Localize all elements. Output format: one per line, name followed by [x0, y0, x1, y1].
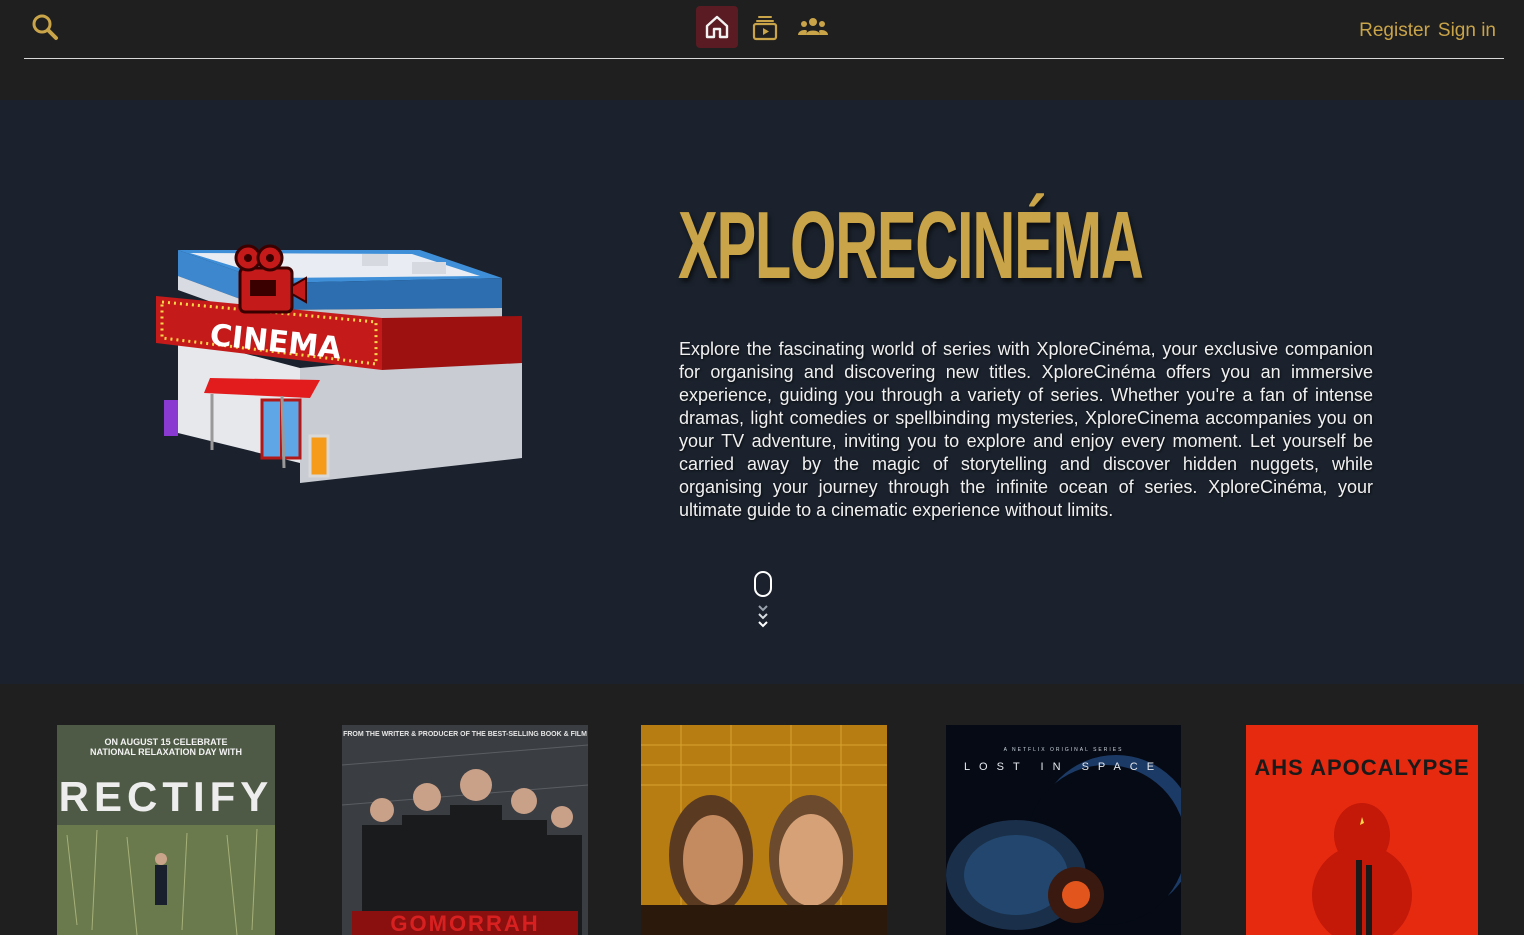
hero-description: Explore the fascinating world of series …	[679, 339, 1373, 520]
nav-series-button[interactable]	[744, 6, 786, 48]
register-link[interactable]: Register	[1359, 20, 1430, 42]
signin-link[interactable]: Sign in	[1438, 20, 1496, 42]
poster-title: RECTIFY	[58, 773, 274, 820]
poster-title: GOMORRAH	[390, 911, 540, 935]
nav-home-button[interactable]	[696, 6, 738, 48]
main-nav	[696, 6, 834, 48]
poster-card-rectify[interactable]: ON AUGUST 15 CELEBRATE NATIONAL RELAXATI…	[57, 725, 275, 935]
poster-title: LOST IN SPACE	[963, 761, 1164, 773]
scroll-down-mouse-icon[interactable]	[752, 570, 776, 636]
series-poster-row: ON AUGUST 15 CELEBRATE NATIONAL RELAXATI…	[0, 684, 1524, 935]
top-navigation-bar: Register Sign in	[0, 0, 1524, 100]
poster-tagline: FROM THE WRITER & PRODUCER OF THE BEST-S…	[343, 731, 587, 738]
nav-community-button[interactable]	[792, 6, 834, 48]
tv-stack-play-icon	[752, 16, 778, 41]
poster-tagline: ON AUGUST 15 CELEBRATE NATIONAL RELAXATI…	[89, 737, 242, 757]
cinema-building-illustration: CINEMA	[150, 228, 530, 490]
home-icon	[705, 15, 729, 39]
auth-links: Register Sign in	[1359, 20, 1496, 42]
search-icon[interactable]	[30, 12, 60, 42]
poster-card-ahs-apocalypse[interactable]: AHS APOCALYPSE	[1246, 725, 1478, 935]
poster-title: AHS APOCALYPSE	[1254, 755, 1470, 780]
poster-tagline: A NETFLIX ORIGINAL SERIES	[1003, 747, 1124, 753]
hero-title: XPLORECINÉMA	[678, 192, 1144, 299]
header-divider	[24, 58, 1504, 59]
people-group-icon	[798, 18, 828, 35]
poster-card-lost-in-space[interactable]: A NETFLIX ORIGINAL SERIES LOST IN SPACE	[946, 725, 1181, 935]
poster-card-series[interactable]	[641, 725, 887, 935]
hero-section: CINEMA XPLORECINÉMA Explore the fascinat…	[0, 100, 1524, 684]
poster-card-gomorrah[interactable]: FROM THE WRITER & PRODUCER OF THE BEST-S…	[342, 725, 588, 935]
